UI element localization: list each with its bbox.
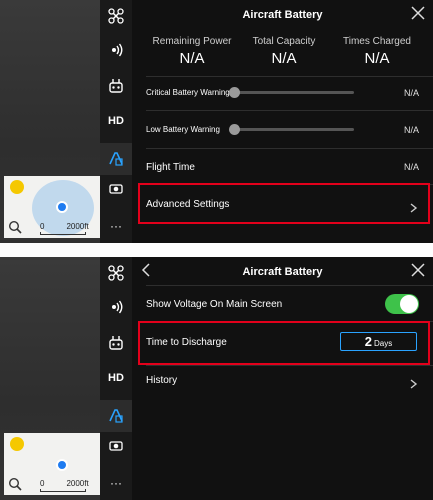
toggle-knob: [400, 295, 418, 313]
drone-icon[interactable]: [100, 265, 132, 284]
show-voltage-toggle[interactable]: [385, 294, 419, 314]
row-label: Critical Battery Warning: [146, 88, 230, 97]
zoom-icon[interactable]: [8, 477, 22, 491]
drone-icon[interactable]: [100, 8, 132, 27]
aircraft-position-dot: [56, 201, 68, 213]
panel-title: Aircraft Battery: [242, 266, 323, 278]
battery-panel: Aircraft Battery Show Voltage On Main Sc…: [132, 257, 433, 500]
settings-rail: HD: [100, 257, 132, 500]
flight-time-row: Flight Time N/A: [146, 162, 419, 173]
highlight-box: [138, 321, 430, 365]
aircraft-position-dot: [56, 459, 68, 471]
zoom-icon[interactable]: [8, 220, 22, 234]
camera-icon[interactable]: [100, 182, 132, 197]
minimap[interactable]: 0 2000ft: [4, 176, 100, 238]
stat-value: N/A: [364, 50, 390, 67]
critical-warning-slider[interactable]: [232, 91, 354, 94]
battery-icon[interactable]: [100, 143, 132, 175]
stat-value: N/A: [179, 50, 205, 67]
row-value: N/A: [403, 88, 419, 98]
remaining-power-stat: Remaining Power N/A: [142, 36, 242, 67]
map-scale-bar: [40, 489, 86, 492]
show-voltage-row: Show Voltage On Main Screen: [146, 299, 419, 310]
close-icon[interactable]: [411, 6, 425, 20]
row-value: N/A: [403, 125, 419, 135]
map-scale-label: 0 2000ft: [40, 479, 89, 488]
remote-controller-icon[interactable]: [100, 78, 132, 97]
total-capacity-stat: Total Capacity N/A: [234, 36, 334, 67]
hd-icon[interactable]: HD: [100, 372, 132, 384]
divider: [146, 285, 433, 286]
battery-screen-advanced: HD 0 2000ft ··· Aircraft Battery Show Vol…: [0, 257, 433, 500]
more-options-icon[interactable]: ···: [104, 220, 128, 238]
panel-title: Aircraft Battery: [242, 9, 323, 21]
battery-screen-main: HD 0 2000ft ··· Aircraft Battery Remainin…: [0, 0, 433, 243]
stat-label: Remaining Power: [152, 36, 232, 47]
battery-icon[interactable]: [100, 400, 132, 432]
remote-controller-icon[interactable]: [100, 335, 132, 354]
row-label: Show Voltage On Main Screen: [146, 299, 283, 310]
settings-rail: HD: [100, 0, 132, 243]
more-options-icon[interactable]: ···: [104, 477, 128, 495]
lock-icon[interactable]: [10, 437, 24, 451]
signal-icon[interactable]: [100, 43, 132, 60]
row-value: N/A: [403, 162, 419, 172]
map-scale-bar: [40, 232, 86, 235]
low-warning-slider[interactable]: [232, 128, 354, 131]
divider: [146, 76, 433, 77]
row-label: Flight Time: [146, 162, 195, 173]
map-scale-label: 0 2000ft: [40, 222, 89, 231]
camera-icon[interactable]: [100, 439, 132, 454]
row-label: History: [146, 375, 178, 386]
signal-icon[interactable]: [100, 300, 132, 317]
chevron-right-icon: [410, 376, 418, 389]
low-warning-slider-knob[interactable]: [229, 124, 240, 135]
row-label: Low Battery Warning: [146, 125, 220, 134]
times-charged-stat: Times Charged N/A: [327, 36, 427, 67]
battery-panel: Aircraft Battery Remaining Power N/A Tot…: [132, 0, 433, 243]
close-icon[interactable]: [411, 263, 425, 277]
hd-icon[interactable]: HD: [100, 115, 132, 127]
critical-warning-slider-knob[interactable]: [229, 87, 240, 98]
lock-icon[interactable]: [10, 180, 24, 194]
divider: [146, 148, 433, 149]
divider: [146, 110, 433, 111]
highlight-box: [138, 183, 430, 224]
divider: [146, 365, 433, 366]
minimap[interactable]: 0 2000ft: [4, 433, 100, 495]
stat-label: Times Charged: [343, 36, 411, 47]
stat-value: N/A: [271, 50, 297, 67]
stat-label: Total Capacity: [252, 36, 316, 47]
history-row[interactable]: History: [146, 375, 419, 386]
